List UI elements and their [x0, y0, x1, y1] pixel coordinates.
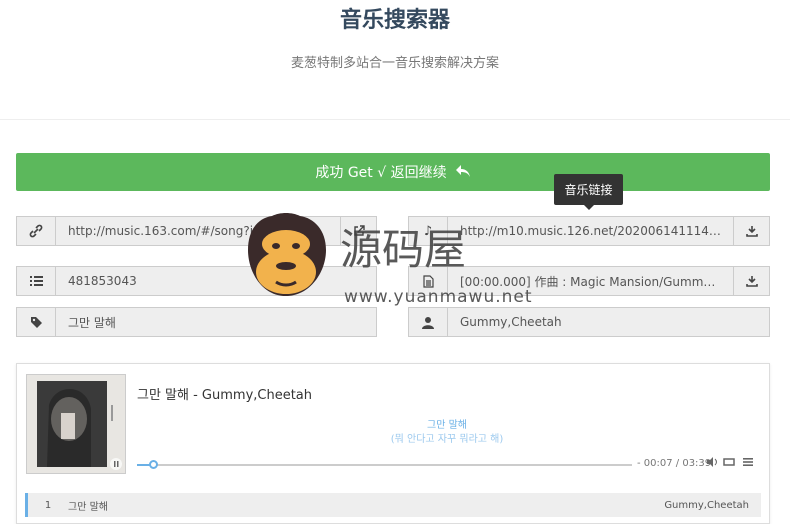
song-id-value[interactable]: 481853043 [56, 274, 376, 288]
lyrics-field: [00:00.000] 作曲 : Magic Mansion/Gummy[00:… [408, 266, 770, 296]
song-link-value[interactable]: http://music.163.com/#/song?id=481853043 [56, 224, 340, 238]
external-link-icon[interactable] [340, 217, 376, 245]
page-title: 音乐搜索器 [339, 8, 450, 33]
link-icon [17, 217, 56, 245]
lyric-next: (뭐 안다고 자꾸 뭐라고 해) [390, 434, 504, 445]
music-url-value[interactable]: http://m10.music.126.net/20200614111417/… [448, 224, 733, 238]
file-text-icon [409, 267, 448, 295]
playlist-item[interactable]: 1 그만 말해 Gummy,Cheetah [25, 493, 761, 517]
tooltip: 音乐链接 [554, 174, 623, 210]
artist-field: Gummy,Cheetah [408, 307, 770, 337]
loop-icon[interactable] [723, 457, 735, 470]
progress-bar[interactable] [137, 460, 632, 469]
user-icon [409, 308, 448, 336]
song-id-field: 481853043 [16, 266, 377, 296]
album-cover[interactable] [26, 374, 126, 474]
header: 音乐搜索器 麦葱特制多站合一音乐搜索解决方案 [0, 0, 790, 120]
playlist-item-number: 1 [44, 499, 52, 511]
song-name-value[interactable]: 그만 말해 [56, 314, 376, 331]
lyric-current: 그만 말해 [427, 420, 467, 431]
music-note-icon: ♪ [409, 217, 448, 245]
download-icon[interactable] [733, 267, 769, 295]
success-label: 成功 Get √ 返回继续 [315, 165, 447, 181]
progress-knob[interactable] [148, 460, 158, 469]
song-name-field: 그만 말해 [16, 307, 377, 337]
song-link-field: http://music.163.com/#/song?id=481853043 [16, 216, 377, 246]
artist-value[interactable]: Gummy,Cheetah [448, 315, 769, 329]
player-song-title: 그만 말해 - Gummy,Cheetah [137, 388, 313, 403]
reply-arrow-icon [455, 163, 471, 182]
success-back-button[interactable]: 成功 Get √ 返回继续 [16, 153, 770, 191]
playlist-item-name: 그만 말해 [68, 501, 108, 513]
music-player: 그만 말해 - Gummy,Cheetah 그만 말해 (뭐 안다고 자꾸 뭐라… [16, 363, 770, 524]
page-subtitle: 麦葱特制多站合一音乐搜索解决方案 [290, 56, 499, 71]
playlist-item-artist: Gummy,Cheetah [664, 499, 749, 511]
download-icon[interactable] [733, 217, 769, 245]
music-url-field: ♪ http://m10.music.126.net/2020061411141… [408, 216, 770, 246]
playlist-menu-icon[interactable] [743, 457, 753, 470]
time-display: - 00:07 / 03:39 [637, 458, 712, 469]
lyrics-value[interactable]: [00:00.000] 作曲 : Magic Mansion/Gummy[00:… [448, 273, 733, 290]
tag-icon [17, 308, 56, 336]
list-icon [17, 267, 56, 295]
volume-icon[interactable] [707, 457, 718, 470]
